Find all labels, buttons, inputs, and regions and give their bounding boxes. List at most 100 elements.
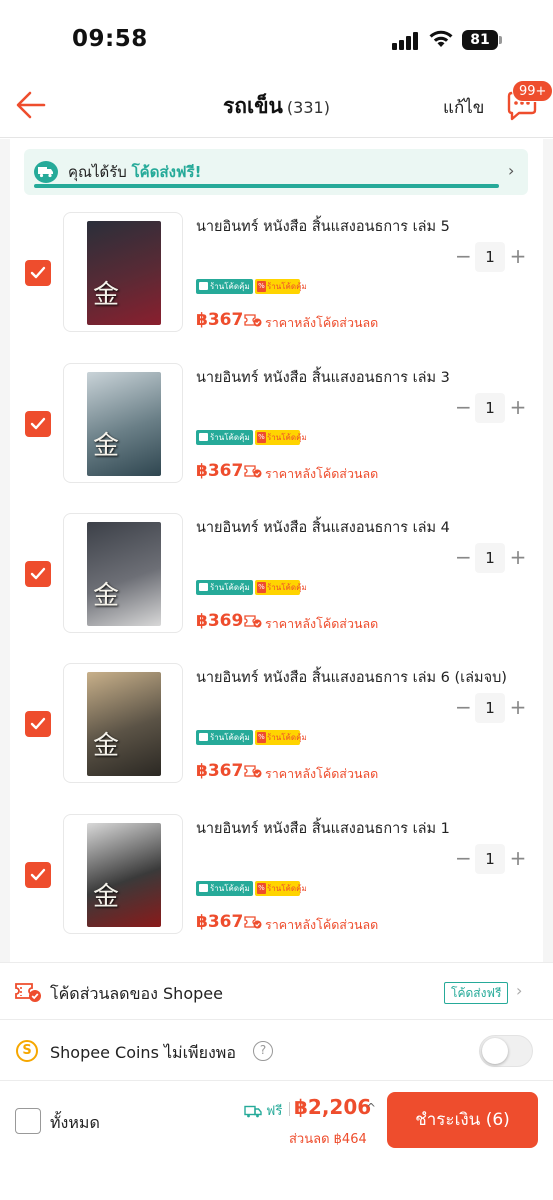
checkout-bar: ทั้งหมด ฟรี ฿2,206 ^ ส่วนลด ฿464 ชำระเงิ…: [0, 1082, 553, 1200]
help-icon[interactable]: ?: [253, 1041, 273, 1061]
coins-toggle[interactable]: [479, 1035, 533, 1067]
price-note: ราคาหลังโค้ดส่วนลด: [265, 466, 379, 481]
shop-card: คุณได้รับ โค้ดส่งฟรี! › 金 นายอินทร์ หนัง…: [10, 139, 543, 962]
discount-badge: ร้านโค้ดคุ้ม: [255, 881, 307, 896]
price-note: ราคาหลังโค้ดส่วนลด: [265, 616, 379, 631]
truck-icon: [244, 1105, 262, 1118]
book-cover-image: 金: [87, 522, 161, 626]
quantity-input[interactable]: 1: [475, 693, 505, 723]
increase-button[interactable]: +: [509, 546, 527, 568]
voucher-icon: [244, 314, 262, 327]
divider: [289, 1102, 290, 1116]
free-shipping-label: ฟรี: [266, 1104, 283, 1119]
price-note: ราคาหลังโค้ดส่วนลด: [265, 917, 379, 932]
cart-item: 金 นายอินทร์ หนังสือ สิ้นแสงอนธการ เล่ม 3…: [10, 363, 543, 513]
item-checkbox[interactable]: [25, 260, 51, 286]
item-checkbox[interactable]: [25, 711, 51, 737]
discount-badge: ร้านโค้ดคุ้ม: [255, 730, 307, 745]
select-all-checkbox[interactable]: [15, 1108, 41, 1134]
decrease-button[interactable]: −: [455, 696, 472, 718]
cart-item: 金 นายอินทร์ หนังสือ สิ้นแสงอนธการ เล่ม 4…: [10, 513, 543, 663]
shopee-voucher-row[interactable]: โค้ดส่วนลดของ Shopee โค้ดส่งฟรี ›: [0, 962, 553, 1020]
item-price: ฿369: [196, 611, 244, 631]
quantity-stepper: − 1 +: [455, 242, 527, 272]
shopee-coins-row: S Shopee Coins ไม่เพียงพอ ?: [0, 1021, 553, 1081]
item-checkbox[interactable]: [25, 862, 51, 888]
decrease-button[interactable]: −: [455, 847, 472, 869]
promo-text-highlight: โค้ดส่งฟรี!: [131, 163, 202, 181]
item-thumbnail[interactable]: 金: [63, 363, 183, 483]
price-note: ราคาหลังโค้ดส่วนลด: [265, 766, 379, 781]
item-title[interactable]: นายอินทร์ หนังสือ สิ้นแสงอนธการ เล่ม 5: [196, 215, 450, 238]
chevron-right-icon: ›: [516, 981, 523, 1000]
select-all-label[interactable]: ทั้งหมด: [50, 1111, 100, 1136]
free-shipping-tag: โค้ดส่งฟรี: [444, 982, 509, 1004]
chevron-right-icon: ›: [508, 161, 515, 180]
promo-text-prefix: คุณได้รับ: [68, 163, 127, 181]
item-price: ฿367: [196, 310, 244, 330]
shop-voucher-badge: ร้านโค้ดคุ้ม: [196, 279, 253, 294]
book-cover-image: 金: [87, 823, 161, 927]
item-price: ฿367: [196, 461, 244, 481]
chevron-up-icon[interactable]: ^: [366, 1101, 376, 1115]
decrease-button[interactable]: −: [455, 396, 472, 418]
voucher-icon: [244, 465, 262, 478]
item-checkbox[interactable]: [25, 411, 51, 437]
increase-button[interactable]: +: [509, 245, 527, 267]
promo-text: คุณได้รับ โค้ดส่งฟรี!: [68, 160, 201, 184]
item-thumbnail[interactable]: 金: [63, 663, 183, 783]
shop-voucher-badge: ร้านโค้ดคุ้ม: [196, 730, 253, 745]
shop-voucher-badge: ร้านโค้ดคุ้ม: [196, 580, 253, 595]
decrease-button[interactable]: −: [455, 245, 472, 267]
shop-voucher-badge: ร้านโค้ดคุ้ม: [196, 430, 253, 445]
discount-badge: ร้านโค้ดคุ้ม: [255, 279, 307, 294]
quantity-input[interactable]: 1: [475, 393, 505, 423]
quantity-input[interactable]: 1: [475, 844, 505, 874]
checkout-button[interactable]: ชำระเงิน (6): [387, 1092, 538, 1148]
coins-label: Shopee Coins ไม่เพียงพอ: [50, 1043, 236, 1062]
cellular-signal-icon: [392, 32, 420, 50]
free-shipping-banner[interactable]: คุณได้รับ โค้ดส่งฟรี! ›: [24, 149, 528, 195]
voucher-icon: [244, 765, 262, 778]
edit-button[interactable]: แก้ไข: [443, 94, 484, 121]
page-title-text: รถเข็น: [223, 94, 283, 118]
cart-content: คุณได้รับ โค้ดส่งฟรี! › 金 นายอินทร์ หนัง…: [0, 139, 553, 962]
free-shipping-indicator: ฟรี: [244, 1100, 282, 1121]
item-title[interactable]: นายอินทร์ หนังสือ สิ้นแสงอนธการ เล่ม 3: [196, 366, 450, 389]
promo-progress-bar: [34, 184, 499, 188]
item-title[interactable]: นายอินทร์ หนังสือ สิ้นแสงอนธการ เล่ม 4: [196, 516, 450, 539]
total-price: ฿2,206: [294, 1095, 372, 1119]
toggle-knob: [482, 1038, 508, 1064]
increase-button[interactable]: +: [509, 696, 527, 718]
item-thumbnail[interactable]: 金: [63, 212, 183, 332]
item-price: ฿367: [196, 761, 244, 781]
cart-item: 金 นายอินทร์ หนังสือ สิ้นแสงอนธการ เล่ม 1…: [10, 814, 543, 964]
item-checkbox[interactable]: [25, 561, 51, 587]
status-time: 09:58: [72, 26, 148, 52]
quantity-input[interactable]: 1: [475, 242, 505, 272]
item-title[interactable]: นายอินทร์ หนังสือ สิ้นแสงอนธการ เล่ม 1: [196, 817, 450, 840]
item-thumbnail[interactable]: 金: [63, 814, 183, 934]
quantity-stepper: − 1 +: [455, 543, 527, 573]
quantity-stepper: − 1 +: [455, 844, 527, 874]
cart-header: รถเข็น (331) แก้ไข 99+: [0, 78, 553, 138]
decrease-button[interactable]: −: [455, 546, 472, 568]
voucher-icon: [244, 916, 262, 929]
quantity-stepper: − 1 +: [455, 693, 527, 723]
book-cover-image: 金: [87, 372, 161, 476]
cart-item: 金 นายอินทร์ หนังสือ สิ้นแสงอนธการ เล่ม 5…: [10, 212, 543, 362]
increase-button[interactable]: +: [509, 396, 527, 418]
increase-button[interactable]: +: [509, 847, 527, 869]
cart-count: (331): [286, 98, 330, 117]
battery-icon: 81: [462, 30, 502, 50]
book-cover-image: 金: [87, 221, 161, 325]
discount-badge: ร้านโค้ดคุ้ม: [255, 430, 307, 445]
item-price: ฿367: [196, 912, 244, 932]
quantity-input[interactable]: 1: [475, 543, 505, 573]
chat-badge: 99+: [512, 80, 553, 102]
item-title[interactable]: นายอินทร์ หนังสือ สิ้นแสงอนธการ เล่ม 6 (…: [196, 666, 507, 689]
voucher-icon: [15, 983, 41, 1002]
discount-badge: ร้านโค้ดคุ้ม: [255, 580, 307, 595]
truck-icon: [34, 161, 58, 183]
item-thumbnail[interactable]: 金: [63, 513, 183, 633]
